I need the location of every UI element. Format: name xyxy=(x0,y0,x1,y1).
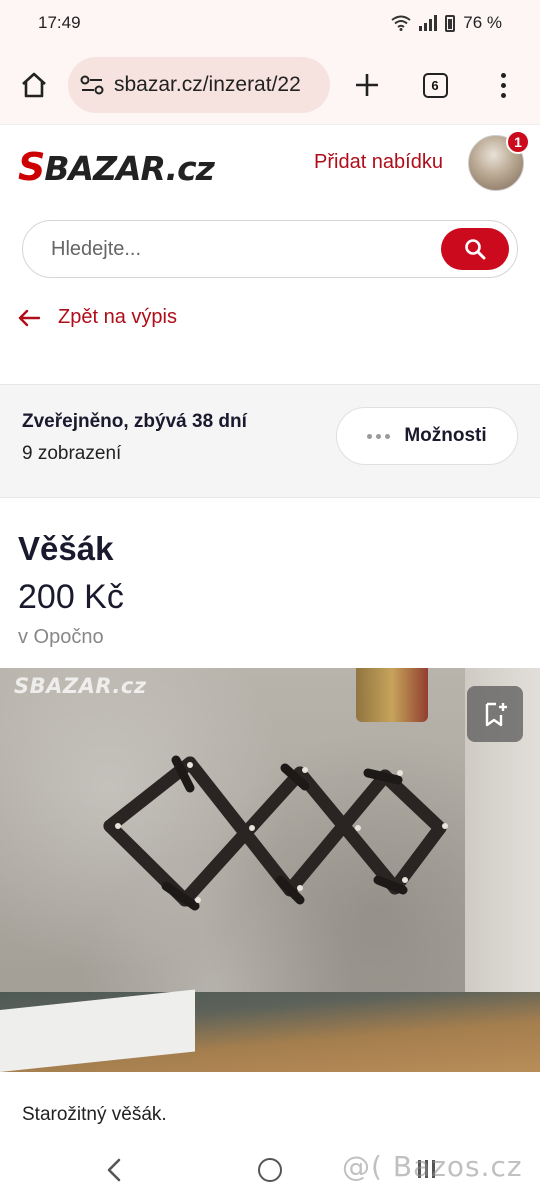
listing-title: Věšák xyxy=(18,530,114,567)
search-icon xyxy=(465,239,486,260)
options-label: Možnosti xyxy=(404,425,487,446)
bazos-watermark: @( Bazos.cz xyxy=(342,1150,523,1183)
nav-back-icon[interactable] xyxy=(102,1157,128,1183)
browser-menu-button[interactable] xyxy=(466,72,540,98)
arrow-left-icon xyxy=(18,309,40,326)
published-status: Zveřejněno, zbývá 38 dní xyxy=(22,411,247,432)
listing-description: Starožitný věšák. xyxy=(22,1104,167,1125)
url-text[interactable]: sbazar.cz/inzerat/22 xyxy=(114,73,301,97)
home-button[interactable] xyxy=(0,71,68,99)
sbazar-logo[interactable]: SBAZAR.cz xyxy=(18,145,215,189)
listing-price: 200 Kč xyxy=(18,578,124,616)
save-listing-button[interactable] xyxy=(467,686,523,742)
search-button[interactable] xyxy=(441,228,509,270)
tab-count: 6 xyxy=(422,72,448,98)
notification-badge: 1 xyxy=(506,130,530,154)
home-icon xyxy=(22,72,46,98)
back-link-label[interactable]: Zpět na výpis xyxy=(58,306,177,329)
address-bar[interactable]: sbazar.cz/inzerat/22 xyxy=(68,57,330,113)
signal-icon xyxy=(419,15,438,31)
tab-switcher-button[interactable]: 6 xyxy=(404,72,466,98)
nav-home-icon[interactable] xyxy=(258,1158,282,1182)
add-offer-link[interactable]: Přidat nabídku xyxy=(314,151,443,174)
bookmark-add-icon xyxy=(485,702,507,727)
status-time: 17:49 xyxy=(38,13,81,32)
listing-location: v Opočno xyxy=(18,626,104,648)
battery-level: 76 % xyxy=(463,13,502,32)
back-to-list-link[interactable]: Zpět na výpis xyxy=(18,306,177,329)
status-bar: 17:49 76 % xyxy=(0,0,540,46)
listing-photo[interactable]: SBAZAR.cz xyxy=(0,668,540,1072)
options-button[interactable]: Možnosti xyxy=(336,407,518,465)
site-settings-icon[interactable] xyxy=(80,74,104,96)
photo-watermark: SBAZAR.cz xyxy=(14,674,147,698)
listing-info-band: Zveřejněno, zbývá 38 dní 9 zobrazení Mož… xyxy=(0,384,540,498)
search-input[interactable] xyxy=(51,221,431,277)
site-header: SBAZAR.cz Přidat nabídku xyxy=(0,124,540,204)
view-count: 9 zobrazení xyxy=(22,443,122,464)
status-icons: 76 % xyxy=(391,13,502,33)
wifi-icon xyxy=(391,15,411,31)
more-horiz-icon xyxy=(367,433,391,439)
new-tab-button[interactable] xyxy=(330,72,404,98)
battery-icon xyxy=(445,14,456,32)
browser-toolbar: sbazar.cz/inzerat/22 6 xyxy=(0,46,540,124)
more-vert-icon xyxy=(500,72,506,98)
search-bar xyxy=(22,220,518,278)
system-nav-bar: @( Bazos.cz xyxy=(0,1140,540,1200)
plus-icon xyxy=(356,74,378,96)
